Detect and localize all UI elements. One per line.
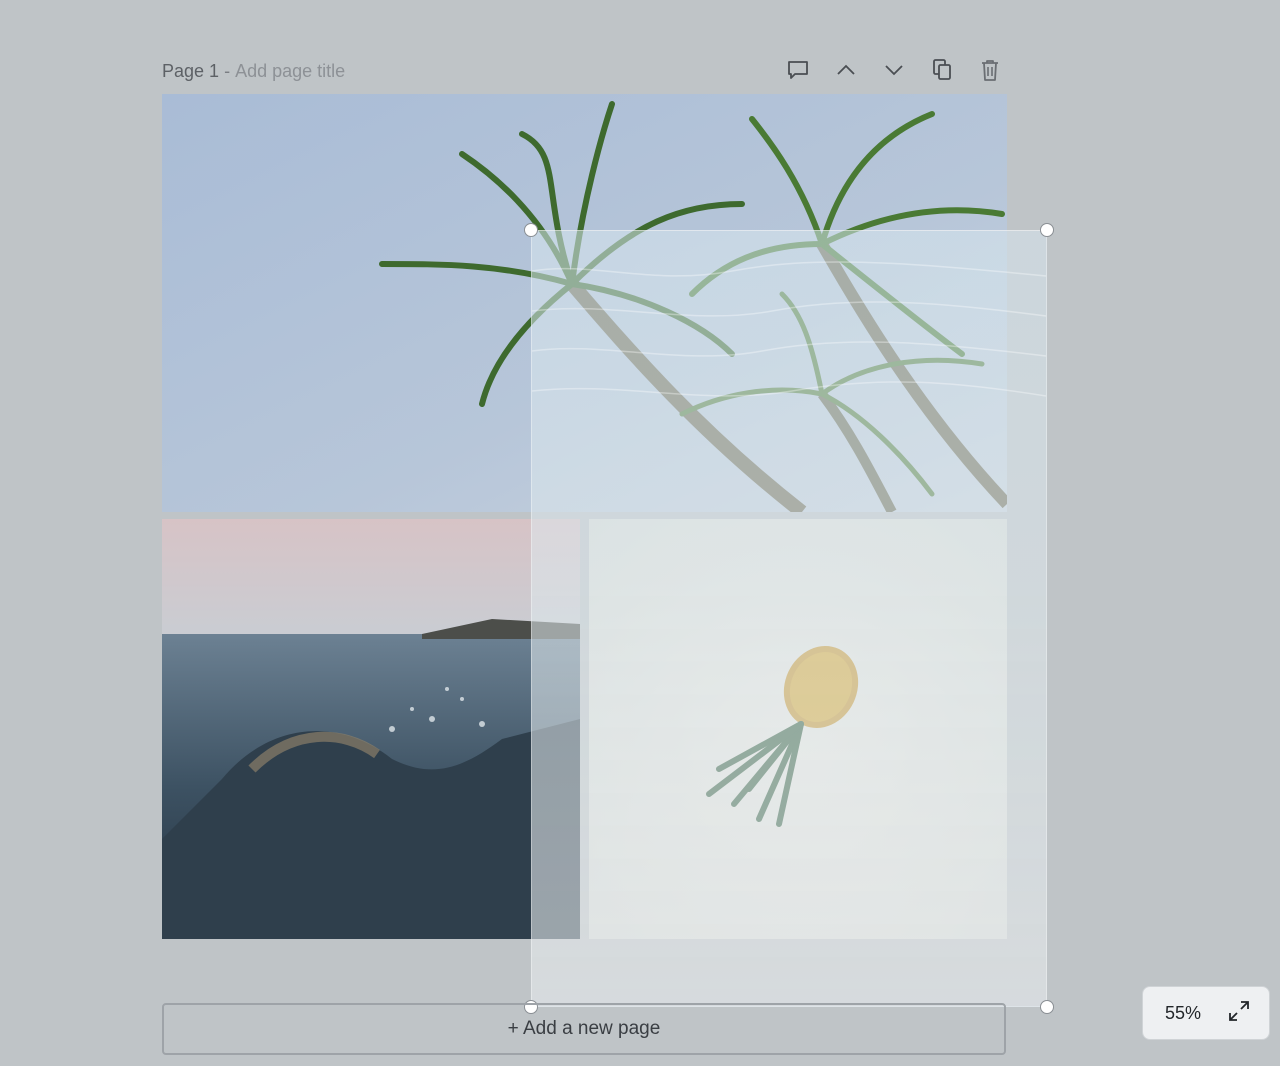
page-header: Page 1 - Add page title — [162, 58, 345, 84]
comment-button[interactable] — [782, 56, 814, 84]
resize-handle-bottom-right[interactable] — [1040, 1000, 1054, 1014]
expand-icon — [1229, 1000, 1249, 1021]
water-surface-image[interactable] — [531, 230, 1047, 1007]
page-toolbar — [782, 56, 1006, 84]
trash-icon — [982, 60, 998, 81]
duplicate-page-button[interactable] — [926, 56, 958, 84]
delete-page-button[interactable] — [974, 56, 1006, 84]
fullscreen-button[interactable] — [1227, 999, 1251, 1028]
move-page-down-button[interactable] — [878, 56, 910, 84]
move-page-up-button[interactable] — [830, 56, 862, 84]
resize-handle-top-right[interactable] — [1040, 223, 1054, 237]
page-number: Page 1 — [162, 60, 220, 81]
resize-handle-top-left[interactable] — [524, 223, 538, 237]
duplicate-icon — [933, 59, 951, 80]
zoom-control[interactable]: 55% — [1142, 986, 1270, 1040]
add-new-page-button[interactable]: + Add a new page — [162, 1003, 1006, 1055]
page-title-input[interactable]: Add page title — [235, 61, 345, 82]
chevron-down-icon — [885, 65, 903, 76]
water-surface-photo — [532, 261, 1046, 397]
ocean-wave-image[interactable] — [162, 519, 580, 939]
ocean-wave-photo — [162, 519, 580, 939]
zoom-level[interactable]: 55% — [1165, 1003, 1201, 1024]
page-title-separator: - — [219, 60, 236, 81]
chevron-up-icon — [837, 64, 855, 75]
comment-icon — [788, 61, 808, 79]
